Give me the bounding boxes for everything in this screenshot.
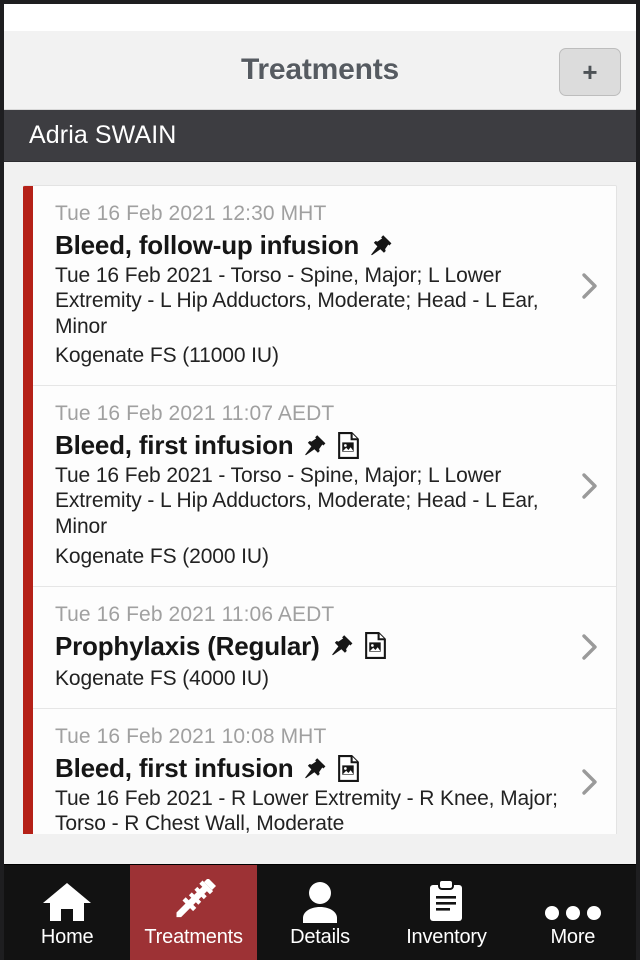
treatment-detail: Tue 16 Feb 2021 - Torso - Spine, Major; … (55, 263, 539, 338)
patient-name: Adria SWAIN (29, 121, 177, 149)
status-bar (4, 4, 636, 31)
list-item[interactable]: Tue 16 Feb 2021 11:06 AEDT Prophylaxis (R… (33, 586, 616, 710)
home-icon (41, 881, 93, 923)
tab-label: Home (40, 925, 94, 948)
pin-icon (302, 756, 327, 781)
tab-label: Treatments (144, 925, 243, 948)
list-item[interactable]: Tue 16 Feb 2021 12:30 MHT Bleed, follow-u… (33, 186, 616, 387)
treatment-rows: Tue 16 Feb 2021 12:30 MHT Bleed, follow-u… (33, 186, 616, 834)
treatment-product: Kogenate FS (2000 IU) (55, 544, 269, 568)
tab-inventory[interactable]: Inventory (383, 865, 509, 960)
treatment-detail: Tue 16 Feb 2021 - R Lower Extremity - R … (55, 786, 558, 834)
tab-label: Inventory (406, 925, 487, 948)
tab-more[interactable]: More (510, 865, 636, 960)
plus-icon: + (582, 57, 598, 87)
treatment-title-row: Bleed, first infusion (55, 752, 562, 785)
syringe-icon (171, 878, 217, 923)
pin-icon (302, 433, 327, 458)
nav-header: Treatments + (4, 31, 636, 110)
treatment-timestamp: Tue 16 Feb 2021 10:08 MHT (55, 725, 327, 749)
tab-label: More (550, 925, 596, 948)
chevron-right-icon[interactable] (580, 470, 600, 502)
tab-details[interactable]: Details (257, 865, 383, 960)
treatment-title: Prophylaxis (Regular) (55, 630, 320, 661)
tab-label: Details (290, 925, 350, 948)
page-title: Treatments (240, 53, 400, 86)
app-window: Treatments + Adria SWAIN Tue 16 Feb 2021… (0, 0, 640, 960)
pin-icon (368, 233, 393, 258)
image-document-icon (363, 632, 388, 660)
pin-icon (329, 633, 354, 658)
chevron-right-icon[interactable] (580, 766, 600, 798)
treatment-title-row: Bleed, first infusion (55, 429, 562, 462)
treatment-timestamp: Tue 16 Feb 2021 11:06 AEDT (55, 602, 335, 626)
list-item[interactable]: Tue 16 Feb 2021 10:08 MHT Bleed, first in… (33, 709, 616, 834)
image-document-icon (336, 432, 361, 460)
treatment-title: Bleed, first infusion (55, 430, 294, 461)
tab-home[interactable]: Home (4, 865, 130, 960)
treatments-card: Tue 16 Feb 2021 12:30 MHT Bleed, follow-u… (23, 185, 617, 834)
treatment-product: Kogenate FS (4000 IU) (55, 667, 269, 691)
chevron-right-icon[interactable] (580, 270, 600, 302)
person-icon (299, 881, 341, 923)
treatments-list[interactable]: Tue 16 Feb 2021 12:30 MHT Bleed, follow-u… (4, 162, 636, 834)
treatment-title-row: Prophylaxis (Regular) (55, 630, 562, 663)
category-color-bar (23, 186, 33, 834)
treatment-title-row: Bleed, follow-up infusion (55, 229, 562, 262)
treatment-product: Kogenate FS (11000 IU) (55, 344, 279, 368)
bottom-tab-bar: Home Treatments Details Inventory More (4, 864, 636, 960)
chevron-right-icon[interactable] (580, 631, 600, 663)
treatment-timestamp: Tue 16 Feb 2021 11:07 AEDT (55, 402, 335, 426)
treatment-title: Bleed, follow-up infusion (55, 230, 360, 260)
treatment-title: Bleed, first infusion (55, 753, 294, 784)
image-document-icon (336, 754, 361, 782)
list-item[interactable]: Tue 16 Feb 2021 11:07 AEDT Bleed, first i… (33, 386, 616, 587)
tab-treatments[interactable]: Treatments (130, 865, 257, 960)
ellipsis-icon (544, 881, 602, 923)
treatment-detail: Tue 16 Feb 2021 - Torso - Spine, Major; … (55, 463, 539, 539)
clipboard-icon (427, 878, 465, 923)
add-treatment-button[interactable]: + (559, 48, 621, 96)
patient-header-bar[interactable]: Adria SWAIN (4, 110, 636, 162)
treatment-timestamp: Tue 16 Feb 2021 12:30 MHT (55, 202, 327, 225)
